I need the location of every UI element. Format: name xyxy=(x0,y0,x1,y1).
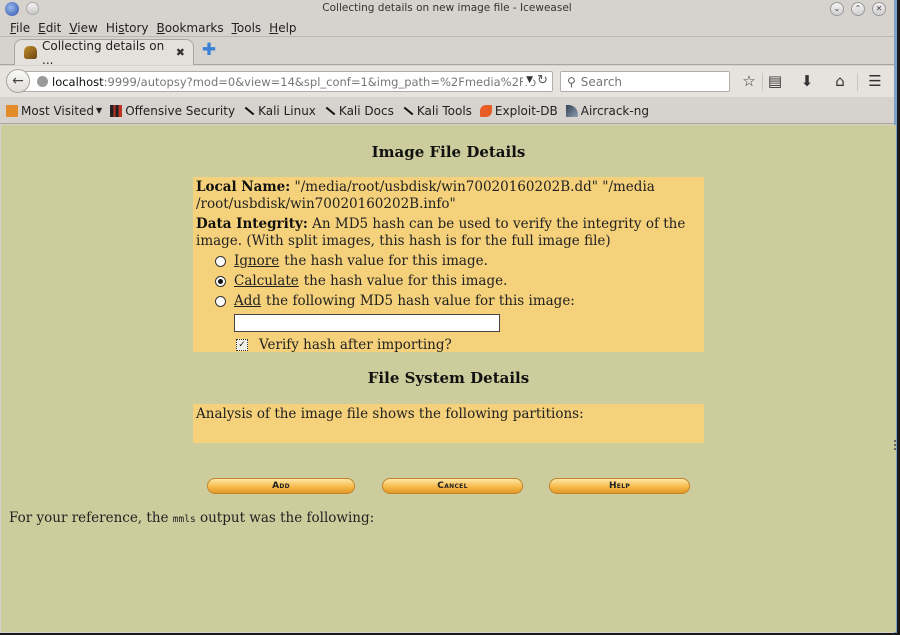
navigation-bar: ← localhost:9999/autopsy?mod=0&view=14&s… xyxy=(0,66,894,97)
url-bar[interactable]: localhost:9999/autopsy?mod=0&view=14&spl… xyxy=(20,71,553,92)
kali-icon xyxy=(324,105,336,117)
add-button[interactable]: Add xyxy=(207,478,355,494)
hash-option-text: the hash value for this image. xyxy=(303,272,508,289)
hash-option-radio[interactable] xyxy=(215,255,226,267)
menu-bookmarks[interactable]: Bookmarks xyxy=(154,19,229,36)
search-icon: ⚲ xyxy=(567,74,576,89)
autopsy-favicon-icon xyxy=(24,46,37,59)
menu-tools[interactable]: Tools xyxy=(229,19,267,36)
folder-icon xyxy=(6,104,18,117)
md5-hash-input[interactable] xyxy=(234,314,500,332)
bookmark-label: Aircrack-ng xyxy=(580,103,649,118)
file-system-panel: Analysis of the image file shows the fol… xyxy=(193,404,704,443)
page-content: Image File Details Local Name: "/media/r… xyxy=(1,125,896,632)
menu-bar: File Edit View History Bookmarks Tools Help xyxy=(0,19,894,37)
downloads-icon[interactable]: ⬇ xyxy=(798,72,816,90)
reference-prefix: For your reference, the xyxy=(9,510,173,526)
bookmark-most-visited[interactable]: Most Visited ▼ xyxy=(6,104,102,118)
back-button[interactable]: ← xyxy=(6,69,30,93)
bookmark-kali-docs[interactable]: Kali Docs xyxy=(324,104,394,118)
bookmark-label: Kali Tools xyxy=(416,103,472,118)
aircrack-icon xyxy=(565,104,578,117)
hamburger-menu-icon[interactable]: ☰ xyxy=(866,72,884,90)
hash-option-add[interactable]: Add the following MD5 hash value for this… xyxy=(215,291,701,311)
verify-hash-checkbox[interactable]: ✓ xyxy=(236,339,248,351)
home-icon[interactable]: ⌂ xyxy=(831,72,849,90)
browser-window: Collecting details on new image file - I… xyxy=(0,0,897,633)
reload-icon[interactable]: ↻ xyxy=(537,73,548,88)
help-button-label: Help xyxy=(608,481,631,491)
data-integrity-row: Data Integrity: An MD5 hash can be used … xyxy=(196,216,701,250)
hash-option-keyword: Ignore xyxy=(234,252,280,269)
verify-hash-row[interactable]: ✓ Verify hash after importing? xyxy=(236,335,701,355)
url-host: localhost xyxy=(52,74,104,89)
bookmark-kali-linux[interactable]: Kali Linux xyxy=(243,104,316,118)
close-tab-icon[interactable]: ✖ xyxy=(176,46,185,59)
bookmark-label: Most Visited xyxy=(21,103,95,118)
bookmark-label: Exploit-DB xyxy=(494,103,558,118)
new-tab-icon[interactable]: ✚ xyxy=(201,42,217,59)
hash-option-radio[interactable] xyxy=(215,295,226,307)
tab-label: Collecting details on ... xyxy=(42,38,165,67)
window-title: Collecting details on new image file - I… xyxy=(322,2,572,14)
mmls-code: mmls xyxy=(172,514,196,525)
menu-file[interactable]: File xyxy=(7,19,35,36)
search-input[interactable]: ⚲ Search xyxy=(560,71,730,92)
file-system-details-heading: File System Details xyxy=(367,369,530,387)
kali-icon xyxy=(243,105,255,117)
hash-option-keyword: Calculate xyxy=(234,272,299,289)
tab-bar: Collecting details on ... ✖ ✚ xyxy=(0,37,894,67)
bookmark-star-icon[interactable]: ☆ xyxy=(740,72,758,90)
bookmark-label: Kali Linux xyxy=(258,103,316,118)
bookmark-aircrack-ng[interactable]: Aircrack-ng xyxy=(565,103,649,118)
hash-option-text: the hash value for this image. xyxy=(284,252,488,269)
exploit-db-icon xyxy=(479,104,492,117)
menu-view[interactable]: View xyxy=(66,19,102,36)
hash-option-text: the following MD5 hash value for this im… xyxy=(266,292,575,309)
local-name-label: Local Name: xyxy=(196,179,291,195)
url-dropdown-icon[interactable]: ▼ xyxy=(523,75,533,85)
close-window-button[interactable]: ✕ xyxy=(872,2,886,16)
local-name-row: Local Name: "/media/root/usbdisk/win7002… xyxy=(196,179,701,213)
mmls-reference-text: For your reference, the mmls output was … xyxy=(9,510,374,526)
bookmark-kali-tools[interactable]: Kali Tools xyxy=(402,104,472,118)
reading-list-icon[interactable]: ▤ xyxy=(766,72,784,90)
help-button[interactable]: Help xyxy=(549,478,690,494)
kali-icon xyxy=(402,105,414,117)
hash-option-keyword: Add xyxy=(234,292,262,309)
title-bar: Collecting details on new image file - I… xyxy=(0,0,894,18)
menu-help[interactable]: Help xyxy=(266,19,301,36)
image-details-panel: Local Name: "/media/root/usbdisk/win7002… xyxy=(193,177,704,355)
hash-option-ignore[interactable]: Ignore the hash value for this image. xyxy=(215,251,701,271)
bookmark-label: Offensive Security xyxy=(125,103,236,118)
cancel-button-label: Cancel xyxy=(437,481,468,491)
menu-edit[interactable]: Edit xyxy=(35,19,66,36)
image-file-details-heading: Image File Details xyxy=(371,143,526,161)
site-identity-icon[interactable] xyxy=(37,76,48,87)
search-placeholder: Search xyxy=(580,74,623,89)
minimize-button[interactable]: ⌄ xyxy=(830,2,844,16)
add-button-label: Add xyxy=(272,481,290,491)
tab-collecting-details[interactable]: Collecting details on ... ✖ xyxy=(14,38,194,67)
reference-suffix: output was the following: xyxy=(195,510,375,526)
hash-option-calculate[interactable]: Calculate the hash value for this image. xyxy=(215,271,701,291)
chevron-down-icon: ▼ xyxy=(96,106,103,115)
resize-grip[interactable] xyxy=(894,440,896,450)
menu-history[interactable]: History xyxy=(103,19,154,36)
cancel-button[interactable]: Cancel xyxy=(382,478,523,494)
bookmark-offensive-security[interactable]: Offensive Security xyxy=(110,104,235,118)
bookmark-label: Kali Docs xyxy=(338,103,394,118)
data-integrity-label: Data Integrity: xyxy=(196,216,308,232)
toolbar-separator xyxy=(857,73,858,91)
partitions-text: Analysis of the image file shows the fol… xyxy=(196,406,584,422)
toolbar-separator xyxy=(762,73,763,91)
maximize-button[interactable]: ⌃ xyxy=(851,2,865,16)
verify-hash-label: Verify hash after importing? xyxy=(259,336,452,353)
offsec-icon xyxy=(110,104,123,117)
bookmarks-toolbar: Most Visited ▼ Offensive Security Kali Linu… xyxy=(0,98,894,124)
url-path: :9999/autopsy?mod=0&view=14&spl_conf=1&i… xyxy=(103,74,548,89)
hash-option-radio[interactable] xyxy=(215,275,226,287)
bookmark-exploit-db[interactable]: Exploit-DB xyxy=(479,103,558,118)
